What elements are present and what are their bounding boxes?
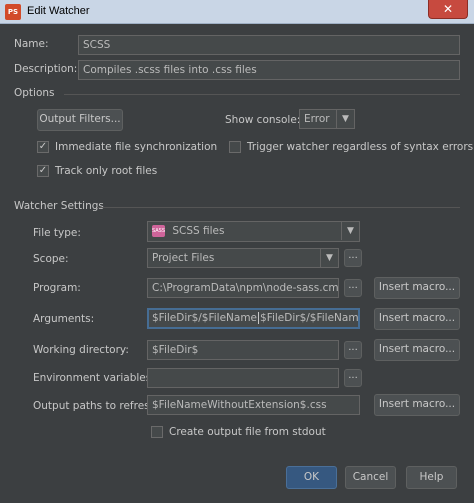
- ok-button[interactable]: OK: [286, 466, 337, 489]
- scope-dropdown[interactable]: Project Files ▼: [147, 248, 339, 268]
- phpstorm-app-icon: PS: [5, 4, 21, 20]
- program-insert-macro-button[interactable]: Insert macro...: [374, 277, 460, 299]
- description-field[interactable]: Compiles .scss files into .css files: [78, 60, 460, 80]
- working-directory-label: Working directory:: [33, 344, 129, 356]
- options-separator: [64, 94, 460, 95]
- output-filters-button[interactable]: Output Filters...: [37, 109, 123, 131]
- title-bar: PS Edit Watcher ✕: [0, 0, 474, 24]
- track-root-checkbox[interactable]: ✓ Track only root files: [37, 165, 157, 177]
- watcher-settings-separator: [97, 207, 460, 208]
- chevron-down-icon: ▼: [341, 222, 359, 240]
- immediate-sync-label: Immediate file synchronization: [55, 141, 218, 153]
- working-directory-insert-macro-button[interactable]: Insert macro...: [374, 339, 460, 361]
- checkbox-checked-icon: ✓: [37, 165, 49, 177]
- create-output-label: Create output file from stdout: [169, 426, 326, 438]
- environment-variables-label: Environment variables:: [33, 372, 155, 384]
- track-root-label: Track only root files: [55, 165, 158, 177]
- output-paths-insert-macro-button[interactable]: Insert macro...: [374, 394, 460, 416]
- output-paths-label: Output paths to refresh:: [33, 400, 160, 412]
- window-title: Edit Watcher: [27, 5, 90, 17]
- arguments-insert-macro-button[interactable]: Insert macro...: [374, 308, 460, 330]
- name-field[interactable]: SCSS: [78, 35, 460, 55]
- name-label: Name:: [14, 38, 49, 50]
- arguments-text-before-cursor: $FileDir$/$FileName: [152, 312, 258, 324]
- environment-variables-browse-button[interactable]: ...: [344, 369, 362, 387]
- help-button[interactable]: Help: [406, 466, 457, 489]
- watcher-settings-title: Watcher Settings: [14, 200, 104, 212]
- chevron-down-icon: ▼: [320, 249, 338, 267]
- show-console-value: Error: [304, 113, 330, 125]
- cancel-button[interactable]: Cancel: [345, 466, 396, 489]
- trigger-watcher-checkbox[interactable]: Trigger watcher regardless of syntax err…: [229, 141, 473, 153]
- create-output-checkbox[interactable]: Create output file from stdout: [151, 426, 326, 438]
- scope-label: Scope:: [33, 253, 69, 265]
- options-section-title: Options: [14, 87, 55, 99]
- program-label: Program:: [33, 282, 81, 294]
- arguments-label: Arguments:: [33, 313, 95, 325]
- chevron-down-icon: ▼: [336, 110, 354, 128]
- working-directory-browse-button[interactable]: ...: [344, 341, 362, 359]
- checkbox-unchecked-icon: [229, 141, 241, 153]
- arguments-text-after-cursor: $FileDir$/$FileNameWith: [260, 312, 359, 324]
- program-field[interactable]: C:\ProgramData\npm\node-sass.cmd: [147, 278, 339, 298]
- text-cursor-icon: [258, 312, 260, 324]
- arguments-field[interactable]: $FileDir$/$FileName$FileDir$/$FileNameWi…: [147, 308, 360, 329]
- checkbox-unchecked-icon: [151, 426, 163, 438]
- checkbox-checked-icon: ✓: [37, 141, 49, 153]
- scope-value: Project Files: [152, 252, 215, 264]
- show-console-dropdown[interactable]: Error ▼: [299, 109, 355, 129]
- environment-variables-field[interactable]: [147, 368, 339, 388]
- output-paths-field[interactable]: $FileNameWithoutExtension$.css: [147, 395, 360, 415]
- immediate-sync-checkbox[interactable]: ✓ Immediate file synchronization: [37, 141, 217, 153]
- working-directory-field[interactable]: $FileDir$: [147, 340, 339, 360]
- description-label: Description:: [14, 63, 78, 75]
- file-type-dropdown[interactable]: SASS SCSS files ▼: [147, 221, 360, 242]
- scope-browse-button[interactable]: ...: [344, 249, 362, 267]
- close-window-button[interactable]: ✕: [428, 0, 468, 19]
- trigger-watcher-label: Trigger watcher regardless of syntax err…: [247, 141, 474, 153]
- sass-file-icon: SASS: [152, 225, 165, 237]
- show-console-label: Show console:: [225, 114, 301, 126]
- file-type-label: File type:: [33, 227, 81, 239]
- program-browse-button[interactable]: ...: [344, 279, 362, 297]
- file-type-value: SCSS files: [172, 225, 225, 237]
